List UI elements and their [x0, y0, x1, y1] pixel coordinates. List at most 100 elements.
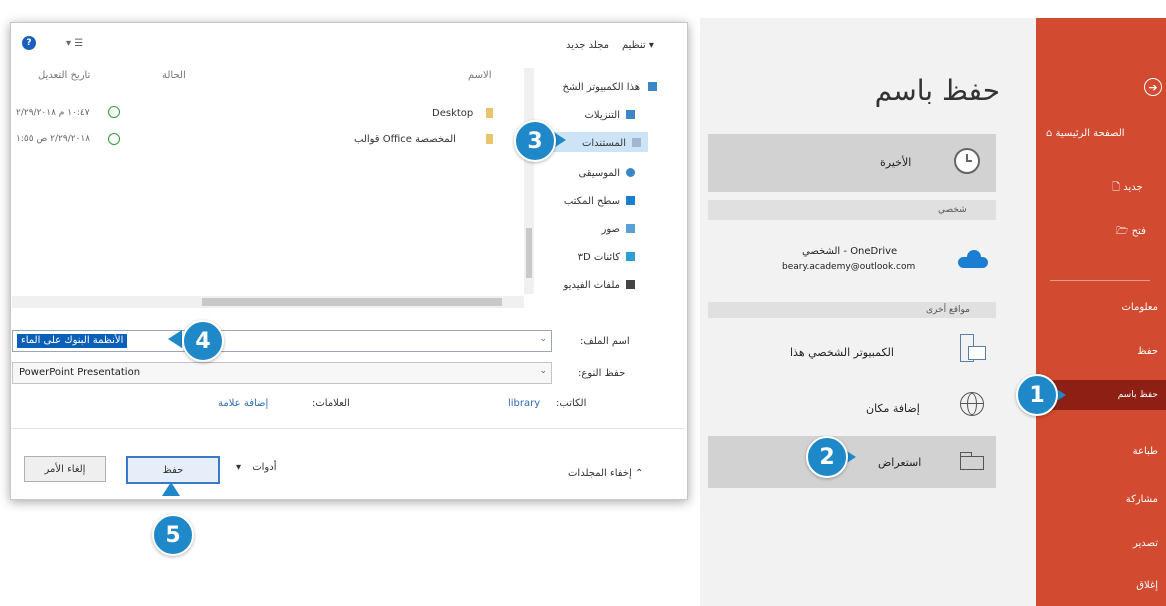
filetype-select[interactable]: PowerPoint Presentation ⌄	[12, 362, 552, 384]
callout-5: 5	[152, 514, 194, 556]
column-status[interactable]: الحالة	[162, 70, 186, 81]
hide-folders-label: إخفاء المجلدات	[568, 468, 632, 479]
callout-3: 3	[514, 120, 556, 162]
nav-item-home[interactable]: الصفحة الرئيسية ⌂	[1046, 128, 1125, 139]
nav-item-label: مشاركة	[1125, 494, 1158, 505]
this-pc-label[interactable]: الكمبيوتر الشخصي هذا	[790, 346, 894, 359]
location-recent[interactable]	[708, 134, 996, 192]
onedrive-cloud-icon	[958, 250, 988, 268]
sync-ok-icon	[108, 133, 120, 145]
open-folder-icon: 🗁	[1116, 226, 1129, 237]
browse-label: استعراض	[878, 456, 922, 469]
folder-icon	[486, 108, 493, 118]
callout-2: 2	[806, 436, 848, 478]
documents-icon	[632, 138, 641, 147]
pictures-icon	[626, 224, 635, 233]
authors-value[interactable]: library	[508, 398, 540, 409]
chevron-down-icon[interactable]: ⌄	[539, 334, 547, 344]
3d-objects-icon	[626, 252, 635, 261]
tree-item-documents[interactable]: المستندات	[560, 138, 626, 149]
nav-item-open[interactable]: فتح 🗁	[1116, 224, 1146, 241]
authors-label: الكاتب:	[556, 398, 587, 409]
tree-item-music[interactable]: الموسيقى	[560, 168, 620, 179]
computer-icon	[960, 334, 986, 364]
globe-icon	[960, 392, 984, 416]
page-title: حفظ باسم	[874, 74, 1000, 107]
add-place-label[interactable]: إضافة مكان	[866, 402, 920, 415]
filetype-value: PowerPoint Presentation	[19, 367, 141, 378]
home-icon: ⌂	[1046, 128, 1053, 139]
filename-input[interactable]: الأنظمة البنوك على الماء ⌄	[12, 330, 552, 352]
pc-icon	[648, 82, 657, 91]
file-name-office-templates[interactable]: قوالب Office المخصصة	[354, 134, 456, 145]
video-icon	[626, 280, 635, 289]
nav-item-label: جديد	[1123, 182, 1143, 193]
column-name[interactable]: الاسم	[468, 70, 492, 81]
tools-label: أدوات	[252, 462, 277, 473]
desktop-icon	[626, 196, 635, 205]
nav-divider	[1050, 280, 1150, 281]
save-button[interactable]: حفظ	[126, 456, 220, 484]
view-options-icon[interactable]: ▾ ☰	[66, 38, 83, 49]
nav-item-label: إغلاق	[1136, 580, 1158, 591]
horizontal-scrollbar[interactable]	[12, 296, 524, 308]
folder-icon	[960, 452, 984, 470]
tree-item-downloads[interactable]: التنزيلات	[570, 110, 620, 121]
new-folder-button[interactable]: مجلد جديد	[566, 40, 609, 51]
nav-item-export[interactable]: تصدير	[1133, 538, 1158, 549]
onedrive-name[interactable]: OneDrive - الشخصي	[802, 246, 897, 257]
tree-item-pictures[interactable]: صور	[580, 224, 621, 235]
column-modified[interactable]: تاريخ التعديل	[38, 70, 90, 81]
callout-pointer	[162, 482, 180, 496]
nav-item-label: طباعة	[1132, 446, 1158, 457]
tree-item-desktop[interactable]: سطح المكتب	[552, 196, 620, 207]
nav-item-close[interactable]: إغلاق	[1136, 580, 1158, 591]
file-modified: ٢/٢٩/٢٠١٨ ص ١:٥٥	[16, 134, 91, 144]
section-personal: شخصي	[938, 205, 967, 215]
filename-selected-text: الأنظمة البنوك على الماء	[17, 334, 128, 348]
file-name-desktop[interactable]: Desktop	[432, 108, 473, 119]
nav-item-label: معلومات	[1121, 302, 1158, 313]
nav-tree	[540, 64, 680, 314]
filename-label: اسم الملف:	[580, 336, 630, 347]
tags-value[interactable]: إضافة علامة	[218, 398, 268, 409]
hide-folders-toggle[interactable]: ⌃ إخفاء المجلدات	[568, 468, 643, 479]
back-arrow-icon[interactable]: ➔	[1144, 78, 1162, 96]
help-icon[interactable]: ?	[22, 36, 36, 50]
clock-icon	[954, 148, 980, 174]
nav-item-print[interactable]: طباعة	[1133, 446, 1158, 457]
nav-item-share[interactable]: مشاركة	[1126, 494, 1158, 505]
tree-item-videos[interactable]: ملفات الفيديو	[552, 280, 620, 291]
music-icon	[626, 168, 635, 177]
cancel-button[interactable]: إلغاء الأمر	[24, 456, 106, 482]
tree-item-this-pc[interactable]: هذا الكمبيوتر الشخ	[540, 82, 641, 93]
nav-item-save[interactable]: حفظ	[1137, 346, 1158, 357]
file-list-scrollbar[interactable]	[524, 68, 534, 294]
scrollbar-thumb[interactable]	[202, 298, 502, 306]
tags-label: العلامات:	[312, 398, 350, 409]
folder-icon	[486, 134, 493, 144]
scrollbar-thumb[interactable]	[526, 228, 532, 278]
nav-item-label: فتح	[1131, 226, 1146, 237]
callout-pointer	[168, 330, 182, 348]
location-recent-label: الأخيرة	[880, 156, 912, 169]
tools-dropdown[interactable]: أدوات ▾	[236, 462, 276, 473]
file-modified: ١٠:٤٧ م ٢/٢٩/٢٠١٨	[16, 108, 90, 118]
sync-ok-icon	[108, 106, 120, 118]
dialog-footer-divider	[12, 428, 684, 429]
onedrive-email: beary.academy@outlook.com	[782, 262, 916, 272]
nav-item-save-as[interactable]: حفظ باسم	[1118, 390, 1158, 400]
filetype-label: حفظ النوع:	[578, 368, 626, 379]
callout-4: 4	[182, 320, 224, 362]
nav-item-new[interactable]: جديد 🗋	[1112, 180, 1143, 197]
new-file-icon: 🗋	[1112, 182, 1121, 193]
tree-item-3d-objects[interactable]: كائنات ٣D	[560, 252, 620, 263]
organize-button[interactable]: تنظيم ▾	[622, 40, 654, 51]
nav-item-info[interactable]: معلومات	[1122, 302, 1158, 313]
nav-item-label: الصفحة الرئيسية	[1055, 128, 1125, 139]
chevron-down-icon: ▾	[236, 462, 242, 473]
download-icon	[626, 110, 635, 119]
chevron-down-icon[interactable]: ⌄	[539, 366, 547, 376]
nav-item-label: تصدير	[1132, 538, 1158, 549]
nav-item-label: حفظ باسم	[1117, 390, 1158, 400]
